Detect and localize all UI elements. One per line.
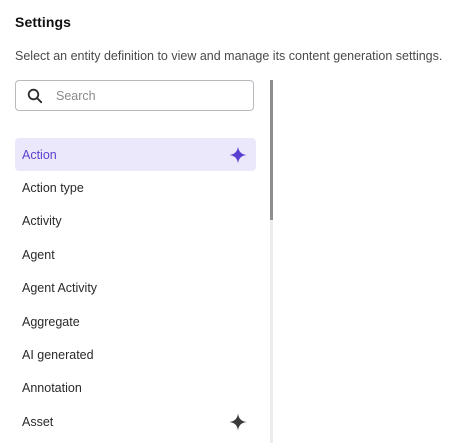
list-item-agent[interactable]: Agent: [15, 238, 256, 271]
search-box[interactable]: [15, 80, 254, 111]
list-item-action[interactable]: Action: [15, 138, 256, 172]
list-item-annotation[interactable]: Annotation: [15, 372, 256, 405]
sparkle-icon[interactable]: [227, 411, 249, 433]
list-item-action-type[interactable]: Action type: [15, 171, 256, 204]
list-item-agent-activity[interactable]: Agent Activity: [15, 272, 256, 305]
list-item-label: Aggregate: [22, 314, 80, 329]
search-icon: [25, 86, 45, 106]
entity-list: Action Action type Activity Agent Agent …: [15, 138, 256, 439]
list-item-aggregate[interactable]: Aggregate: [15, 305, 256, 338]
scrollbar-thumb[interactable]: [270, 80, 273, 220]
list-item-label: Asset: [22, 414, 54, 429]
search-input[interactable]: [56, 88, 236, 103]
list-item-ai-generated[interactable]: AI generated: [15, 338, 256, 371]
list-item-label: Agent: [22, 247, 55, 262]
list-scrollbar[interactable]: [270, 80, 273, 443]
page-subtitle: Select an entity definition to view and …: [15, 49, 443, 63]
list-item-asset[interactable]: Asset: [15, 405, 256, 438]
list-item-label: Action: [22, 147, 57, 162]
list-item-label: Agent Activity: [22, 281, 98, 296]
list-item-label: Activity: [22, 214, 62, 229]
list-item-label: Annotation: [22, 381, 82, 396]
list-item-label: AI generated: [22, 348, 94, 363]
list-item-label: Action type: [22, 181, 84, 196]
page-title: Settings: [15, 14, 72, 30]
list-item-activity[interactable]: Activity: [15, 205, 256, 238]
sparkle-icon[interactable]: [227, 144, 249, 166]
